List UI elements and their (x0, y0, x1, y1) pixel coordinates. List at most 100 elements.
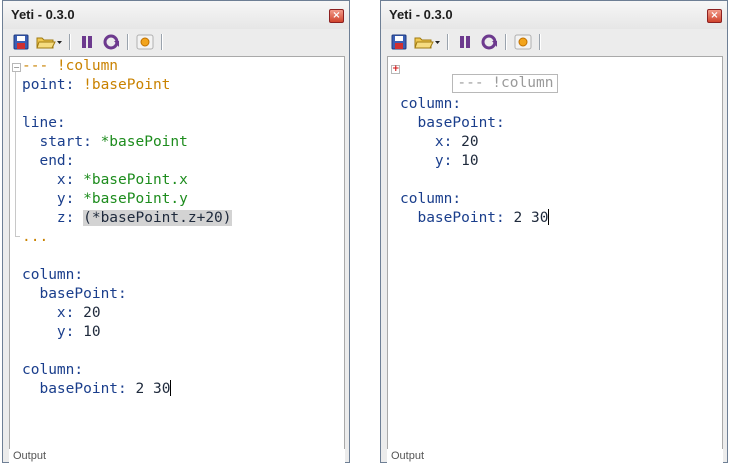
code-token: 20 (83, 305, 101, 321)
pause-button[interactable] (455, 32, 475, 52)
code-token: basePoint: (22, 286, 127, 302)
open-folder-icon (414, 37, 440, 49)
title-bar[interactable]: Yeti - 0.3.0 × (381, 1, 727, 29)
code-line: line: (22, 114, 232, 133)
text-caret (548, 209, 550, 225)
code-token: column: (22, 267, 84, 283)
yeti-window-right: Yeti - 0.3.0 × + --- !column column: bas… (380, 0, 728, 463)
code-token: --- (22, 58, 57, 74)
code-token: x: (22, 172, 84, 188)
code-token: 20 (461, 134, 479, 150)
code-line: basePoint: 2 30 (400, 209, 550, 228)
code-line: --- !column (22, 57, 232, 76)
pause-icon (82, 36, 92, 48)
code-text: --- !column point: !basePoint line: start… (22, 57, 232, 399)
status-bar: Output (9, 449, 345, 463)
code-line: y: 10 (400, 152, 549, 171)
fold-expand-icon[interactable]: + (391, 65, 400, 74)
code-token: y: (400, 153, 462, 169)
code-token: basePoint: (400, 210, 514, 226)
code-line: ... (22, 228, 232, 247)
code-line: x: 20 (22, 304, 232, 323)
code-token: 2 30 (513, 210, 549, 226)
toolbar-separator (447, 34, 449, 50)
code-line: basePoint: (400, 114, 549, 133)
code-line: x: 20 (400, 133, 549, 152)
code-line: column: (22, 266, 232, 285)
code-line: column: (22, 361, 232, 380)
code-editor[interactable]: + --- !column column: basePoint: x: 20 y… (387, 56, 723, 449)
code-token: x: (400, 134, 462, 150)
code-line: y: *basePoint.y (22, 190, 232, 209)
fold-collapse-icon[interactable]: − (12, 63, 21, 72)
code-line: basePoint: (22, 285, 232, 304)
code-token: y: (22, 324, 84, 340)
code-token: (*basePoint.z+20) (83, 210, 232, 226)
title-bar[interactable]: Yeti - 0.3.0 × (3, 1, 349, 29)
code-token: 10 (461, 153, 479, 169)
pause-icon (460, 36, 470, 48)
code-line: x: *basePoint.x (22, 171, 232, 190)
save-button[interactable] (389, 32, 409, 52)
code-token: point: (22, 77, 84, 93)
run-button[interactable] (135, 32, 155, 52)
reload-button[interactable] (479, 32, 499, 52)
toolbar-separator (505, 34, 507, 50)
code-token: column: (400, 191, 462, 207)
code-token: *basePoint (100, 134, 188, 150)
code-line: basePoint: 2 30 (22, 380, 232, 399)
save-icon (391, 34, 407, 50)
code-line: point: !basePoint (22, 76, 232, 95)
code-token: !basePoint (83, 77, 171, 93)
status-bar: Output (387, 449, 723, 463)
code-token: end: (22, 153, 75, 169)
code-text: column: basePoint: x: 20 y: 10 column: b… (400, 57, 550, 228)
toolbar (381, 29, 727, 56)
code-line: column: (400, 95, 549, 114)
open-button[interactable] (35, 32, 63, 52)
code-editor[interactable]: − --- !column point: !basePoint line: sta… (9, 56, 345, 449)
fold-guide-end (15, 236, 20, 237)
reload-icon (481, 34, 497, 50)
code-token: z: (22, 210, 84, 226)
code-token: *basePoint.x (83, 172, 188, 188)
code-token: column: (22, 362, 84, 378)
code-token: start: (22, 134, 101, 150)
toolbar-separator (127, 34, 129, 50)
window-title: Yeti - 0.3.0 (11, 7, 75, 22)
code-line: start: *basePoint (22, 133, 232, 152)
code-token: basePoint: (400, 115, 505, 131)
toolbar-separator (161, 34, 163, 50)
code-line: z: (*basePoint.z+20) (22, 209, 232, 228)
text-caret (170, 380, 172, 396)
status-text: Output (13, 450, 47, 462)
save-button[interactable] (11, 32, 31, 52)
run-icon (514, 34, 532, 50)
open-button[interactable] (413, 32, 441, 52)
code-line: y: 10 (22, 323, 232, 342)
code-token: *basePoint.y (83, 191, 188, 207)
pause-button[interactable] (77, 32, 97, 52)
code-token: column: (400, 96, 462, 112)
code-token: ... (22, 229, 49, 245)
close-button[interactable]: × (707, 9, 722, 23)
window-title: Yeti - 0.3.0 (389, 7, 453, 22)
run-button[interactable] (513, 32, 533, 52)
toolbar-separator (69, 34, 71, 50)
toolbar-separator (539, 34, 541, 50)
status-text: Output (391, 450, 425, 462)
reload-button[interactable] (101, 32, 121, 52)
code-token: y: (22, 191, 84, 207)
code-token: line: (22, 115, 66, 131)
run-icon (136, 34, 154, 50)
fold-guide (15, 72, 16, 236)
code-token: 2 30 (135, 381, 171, 397)
close-button[interactable]: × (329, 9, 344, 23)
yeti-window-left: Yeti - 0.3.0 × − --- !column point: !bas… (2, 0, 350, 463)
code-line: end: (22, 152, 232, 171)
